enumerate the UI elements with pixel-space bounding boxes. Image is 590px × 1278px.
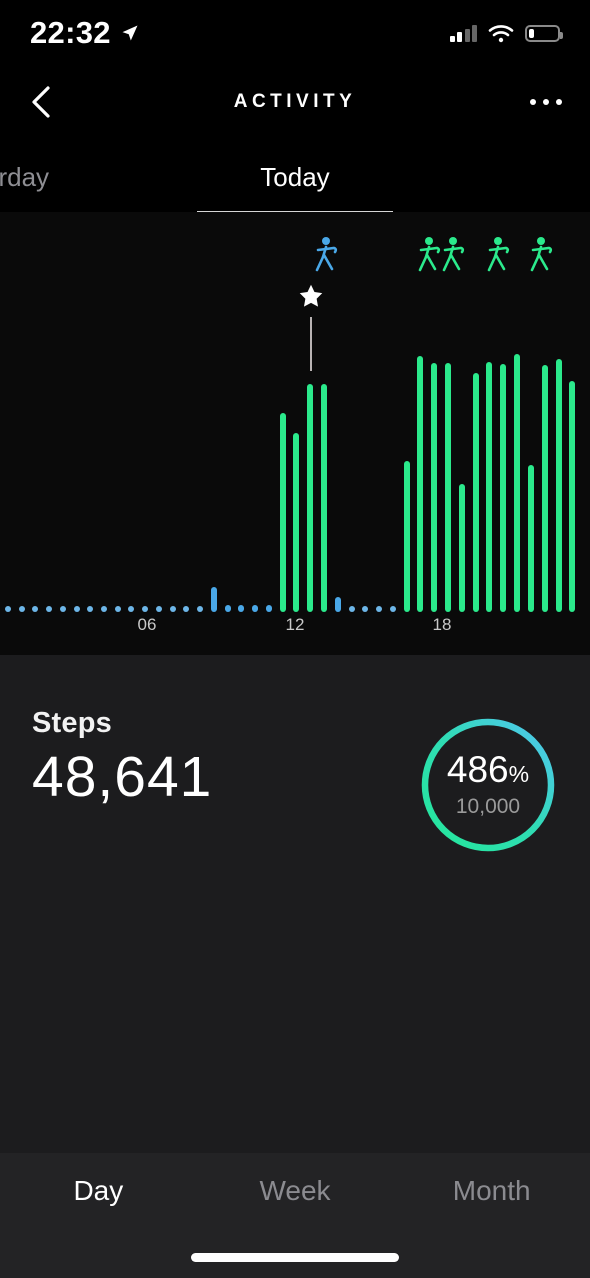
chart-bar xyxy=(528,465,534,612)
chart-baseline-dot xyxy=(390,606,396,612)
running-person-icon xyxy=(442,237,465,272)
chart-baseline-dot xyxy=(101,606,107,612)
chart-bar xyxy=(556,359,562,612)
walking-person-icon xyxy=(315,237,338,272)
chart-bar xyxy=(417,356,423,612)
chart-baseline-dot xyxy=(74,606,80,612)
period-tab-day[interactable]: Day xyxy=(0,1175,197,1207)
chart-bar xyxy=(569,380,575,612)
personal-best-star-icon xyxy=(299,284,323,307)
more-options-icon[interactable] xyxy=(530,99,562,105)
chart-bar xyxy=(542,364,548,612)
chart-x-axis: 06 12 18 xyxy=(0,615,590,645)
running-person-icon xyxy=(530,237,553,272)
chart-baseline-dot xyxy=(19,606,25,612)
chart-bar xyxy=(293,433,299,612)
period-tab-bar: Day Week Month xyxy=(0,1153,590,1278)
status-time: 22:32 xyxy=(30,15,111,50)
chart-baseline-dot xyxy=(349,606,355,612)
chart-bar xyxy=(514,353,520,612)
chart-baseline-dot xyxy=(376,606,382,612)
chart-x-tick: 12 xyxy=(285,615,305,634)
chart-bar xyxy=(252,605,258,612)
battery-low-icon xyxy=(525,24,563,42)
chart-bar xyxy=(459,484,465,612)
chart-bar xyxy=(211,587,217,612)
period-tab-month[interactable]: Month xyxy=(393,1175,590,1207)
running-person-icon xyxy=(487,237,510,272)
chart-baseline-dot xyxy=(32,606,38,612)
nav-bar: ACTIVITY xyxy=(0,66,590,138)
location-arrow-icon xyxy=(122,25,138,41)
chart-baseline-dot xyxy=(128,606,134,612)
status-bar-right xyxy=(449,24,563,43)
chart-baseline-dot xyxy=(60,606,66,612)
chart-x-tick: 06 xyxy=(137,615,157,634)
chart-bar xyxy=(335,597,341,612)
stats-card: Steps 48,641 486% 10,000 xyxy=(0,655,590,1153)
chart-bar xyxy=(486,361,492,612)
cellular-signal-icon xyxy=(449,24,477,42)
chart-baseline-dot xyxy=(142,606,148,612)
chart-x-tick: 18 xyxy=(432,615,452,634)
home-indicator xyxy=(191,1253,399,1262)
chart-bar xyxy=(445,363,451,612)
chart-baseline-dot xyxy=(46,606,52,612)
activity-screen: 22:32 ACTIVITY erday Today 06 xyxy=(0,0,590,1278)
chart-baseline-dot xyxy=(156,606,162,612)
star-connector-line xyxy=(310,317,312,371)
chart-bar xyxy=(404,460,410,612)
chart-baseline-dot xyxy=(115,606,121,612)
chart-baseline-dot xyxy=(197,606,203,612)
chart-bar xyxy=(500,364,506,612)
chart-baseline-dot xyxy=(87,606,93,612)
chart-baseline-dot xyxy=(183,606,189,612)
chart-bar xyxy=(307,383,313,612)
page-title: ACTIVITY xyxy=(233,91,357,112)
chart-bar xyxy=(266,605,272,612)
chart-bar xyxy=(321,384,327,612)
wifi-icon xyxy=(488,24,514,42)
day-tab-strip: erday Today xyxy=(0,138,590,213)
back-chevron-icon[interactable] xyxy=(28,85,54,119)
chart-baseline-dot xyxy=(170,606,176,612)
day-tab-today[interactable]: Today xyxy=(0,162,590,193)
status-bar: 22:32 xyxy=(0,0,590,66)
chart-bar xyxy=(238,605,244,612)
steps-percent: 486% xyxy=(446,749,530,790)
chart-baseline-dot xyxy=(362,606,368,612)
steps-summary: Steps 48,641 486% 10,000 xyxy=(32,707,558,857)
steps-goal: 10,000 xyxy=(455,795,521,818)
status-bar-left: 22:32 xyxy=(30,15,140,51)
chart-baseline-dot xyxy=(5,606,11,612)
chart-bar xyxy=(431,362,437,612)
period-tab-week[interactable]: Week xyxy=(197,1175,394,1207)
chart-bar xyxy=(225,605,231,612)
chart-bar xyxy=(473,372,479,612)
period-segments: Day Week Month xyxy=(0,1175,590,1207)
chart-bar xyxy=(280,412,286,612)
activity-chart[interactable]: 06 12 18 xyxy=(0,212,590,655)
steps-goal-ring: 486% 10,000 xyxy=(418,715,558,855)
